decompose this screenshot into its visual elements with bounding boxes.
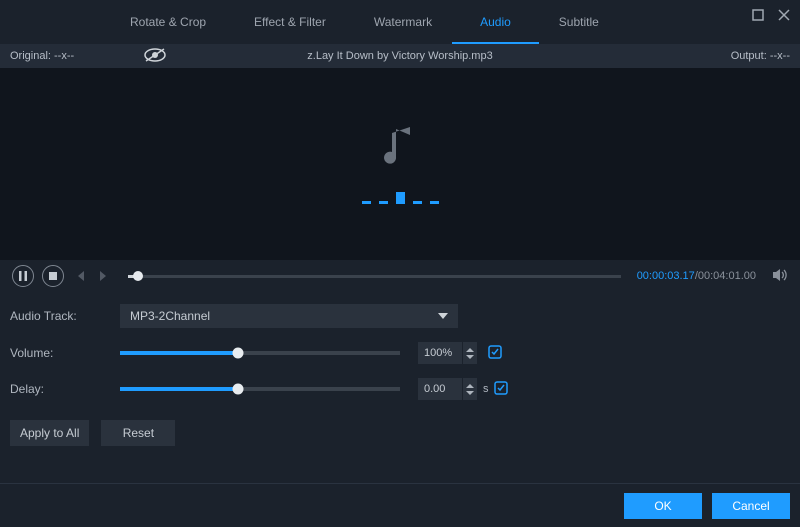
volume-slider[interactable] [120,351,400,355]
tabs-bar: Rotate & Crop Effect & Filter Watermark … [0,0,800,44]
tab-rotate-crop[interactable]: Rotate & Crop [130,0,206,44]
timecode-label: 00:00:03.17/00:04:01.00 [637,270,756,282]
volume-reset-icon[interactable] [487,344,503,363]
delay-reset-icon[interactable] [493,380,509,399]
output-size-label: Output: --x-- [731,50,790,62]
prev-frame-button[interactable] [72,268,88,284]
info-bar: Original: --x-- z.Lay It Down by Victory… [0,44,800,68]
original-size-label: Original: --x-- [10,50,74,62]
toggle-preview-icon[interactable] [144,48,166,65]
tab-audio[interactable]: Audio [480,0,511,44]
delay-label: Delay: [10,382,120,396]
ok-button[interactable]: OK [624,493,702,519]
music-note-icon [384,125,416,170]
delay-slider[interactable] [120,387,400,391]
volume-input[interactable]: 100% [418,342,462,364]
time-total: 00:04:01.00 [698,270,756,282]
delay-row: Delay: 0.00 s [10,378,790,400]
volume-row: Volume: 100% [10,342,790,364]
pause-button[interactable] [12,265,34,287]
close-icon[interactable] [778,8,790,24]
equalizer-icon [362,188,439,204]
audio-track-row: Audio Track: MP3-2Channel [10,304,790,328]
tab-subtitle[interactable]: Subtitle [559,0,599,44]
reset-button[interactable]: Reset [101,420,175,446]
tab-effect-filter[interactable]: Effect & Filter [254,0,326,44]
audio-track-label: Audio Track: [10,309,120,323]
tabs-group: Rotate & Crop Effect & Filter Watermark … [130,0,599,44]
dialog-footer: OK Cancel [0,483,800,527]
next-frame-button[interactable] [96,268,112,284]
delay-step-up[interactable] [466,384,474,388]
transport-bar: 00:00:03.17/00:04:01.00 [0,260,800,292]
volume-step-up[interactable] [466,348,474,352]
action-buttons-row: Apply to All Reset [10,420,790,446]
seek-slider[interactable] [128,275,621,278]
delay-input[interactable]: 0.00 [418,378,462,400]
chevron-down-icon [438,313,448,319]
volume-icon[interactable] [772,268,788,285]
window-controls [752,8,790,24]
filename-label: z.Lay It Down by Victory Worship.mp3 [0,50,800,62]
volume-label: Volume: [10,346,120,360]
audio-track-value: MP3-2Channel [130,309,210,323]
stop-button[interactable] [42,265,64,287]
controls-area: Audio Track: MP3-2Channel Volume: 100% D… [0,292,800,446]
apply-to-all-button[interactable]: Apply to All [10,420,89,446]
audio-track-select[interactable]: MP3-2Channel [120,304,458,328]
volume-stepper[interactable] [463,342,477,364]
preview-area [0,68,800,260]
delay-step-down[interactable] [466,391,474,395]
cancel-button[interactable]: Cancel [712,493,790,519]
delay-unit: s [483,383,489,395]
time-current: 00:00:03.17 [637,270,695,282]
maximize-icon[interactable] [752,8,764,24]
volume-step-down[interactable] [466,355,474,359]
tab-watermark[interactable]: Watermark [374,0,432,44]
delay-stepper[interactable] [463,378,477,400]
